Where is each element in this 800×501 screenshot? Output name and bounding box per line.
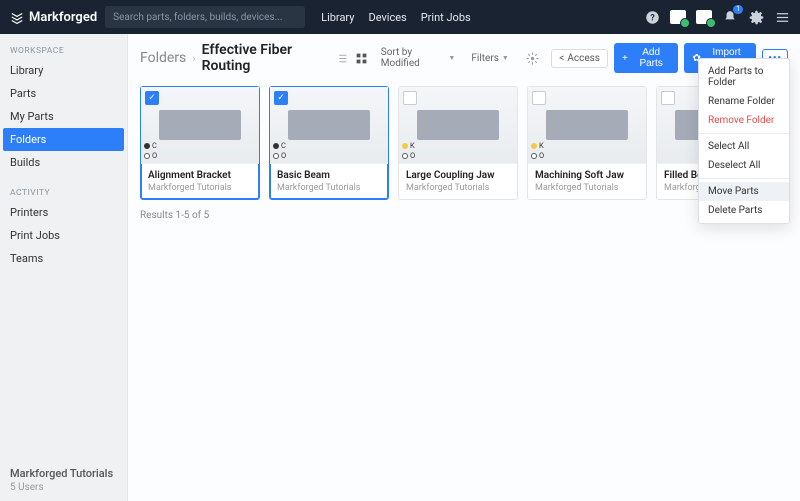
part-name: Alignment Bracket [148, 170, 252, 181]
part-owner: Markforged Tutorials [406, 183, 510, 193]
part-owner: Markforged Tutorials [535, 183, 639, 193]
brand-name: Markforged [29, 10, 97, 25]
sidebar-workspace-header: WORKSPACE [0, 40, 127, 59]
part-card[interactable]: KO Large Coupling Jaw Markforged Tutorials [398, 86, 518, 200]
gear-icon[interactable] [525, 50, 539, 66]
material-badges: KO [531, 141, 544, 160]
logo-icon [10, 10, 24, 24]
part-thumbnail: ✓ CO [141, 87, 259, 163]
breadcrumb-root[interactable]: Folders [140, 50, 186, 66]
grid-view-icon[interactable] [354, 50, 368, 66]
sidebar-footer[interactable]: Markforged Tutorials 5 Users [0, 459, 127, 501]
org-name: Markforged Tutorials [10, 467, 117, 480]
search-input[interactable]: Search parts, folders, builds, devices..… [105, 6, 305, 28]
sidebar-item-teams[interactable]: Teams [0, 247, 127, 270]
menu-deselect-all[interactable]: Deselect All [699, 156, 789, 175]
access-button[interactable]: <Access [551, 49, 608, 68]
checkbox-icon[interactable] [532, 91, 546, 105]
nav-printjobs[interactable]: Print Jobs [421, 11, 471, 24]
checkbox-icon[interactable]: ✓ [145, 91, 159, 105]
list-view-icon[interactable] [334, 50, 348, 66]
notifications-icon[interactable]: 1 [722, 9, 738, 25]
sidebar-item-parts[interactable]: Parts [0, 82, 127, 105]
top-nav: Markforged Search parts, folders, builds… [0, 0, 800, 34]
part-thumbnail: ✓ CO [270, 87, 388, 163]
sidebar-item-builds[interactable]: Builds [0, 151, 127, 174]
search-placeholder: Search parts, folders, builds, devices..… [113, 12, 282, 23]
menu-icon[interactable] [774, 9, 790, 25]
add-parts-button[interactable]: +Add Parts [614, 43, 678, 73]
brand-logo[interactable]: Markforged [10, 10, 97, 25]
menu-delete-parts[interactable]: Delete Parts [699, 201, 789, 220]
sidebar-item-myparts[interactable]: My Parts [0, 105, 127, 128]
part-name: Basic Beam [277, 170, 381, 181]
sort-dropdown[interactable]: Sort by Modified▼ [381, 47, 456, 69]
topnav-right: ? 1 [644, 9, 790, 25]
part-card[interactable]: ✓ CO Alignment Bracket Markforged Tutorials [140, 86, 260, 200]
sidebar-item-printers[interactable]: Printers [0, 201, 127, 224]
part-owner: Markforged Tutorials [277, 183, 381, 193]
checkbox-icon[interactable] [403, 91, 417, 105]
header-row: Folders › Effective Fiber Routing Sort b… [140, 42, 788, 74]
svg-text:?: ? [650, 13, 655, 23]
chevron-down-icon: ▼ [448, 54, 455, 62]
chevron-down-icon: ▼ [502, 54, 509, 62]
material-badges: CO [144, 141, 157, 160]
sidebar-item-printjobs[interactable]: Print Jobs [0, 224, 127, 247]
part-thumbnail: KO [399, 87, 517, 163]
filters-dropdown[interactable]: Filters▼ [471, 53, 508, 64]
context-menu: Add Parts to Folder Rename Folder Remove… [698, 58, 790, 224]
checkbox-icon[interactable] [661, 91, 675, 105]
plus-icon: + [622, 53, 628, 64]
part-name: Large Coupling Jaw [406, 170, 510, 181]
results-count: Results 1-5 of 5 [140, 210, 788, 221]
printer-status-2-icon[interactable] [696, 9, 712, 25]
settings-icon[interactable] [748, 9, 764, 25]
breadcrumb-current: Effective Fiber Routing [202, 42, 334, 74]
breadcrumb: Folders › Effective Fiber Routing [140, 42, 334, 74]
part-card[interactable]: ✓ CO Basic Beam Markforged Tutorials [269, 86, 389, 200]
printer-status-1-icon[interactable] [670, 9, 686, 25]
menu-remove-folder[interactable]: Remove Folder [699, 111, 789, 130]
menu-add-parts[interactable]: Add Parts to Folder [699, 62, 789, 92]
share-icon: < [559, 53, 564, 64]
help-icon[interactable]: ? [644, 9, 660, 25]
menu-select-all[interactable]: Select All [699, 137, 789, 156]
sidebar-activity-header: ACTIVITY [0, 182, 127, 201]
part-card[interactable]: KO Machining Soft Jaw Markforged Tutorials [527, 86, 647, 200]
menu-move-parts[interactable]: Move Parts [699, 182, 789, 201]
sidebar-item-folders[interactable]: Folders [3, 128, 124, 151]
nav-devices[interactable]: Devices [368, 11, 406, 24]
topnav-links: Library Devices Print Jobs [321, 11, 471, 24]
parts-grid: ✓ CO Alignment Bracket Markforged Tutorials… [140, 86, 788, 200]
nav-library[interactable]: Library [321, 11, 354, 24]
menu-rename-folder[interactable]: Rename Folder [699, 92, 789, 111]
breadcrumb-sep: › [192, 52, 195, 65]
part-name: Machining Soft Jaw [535, 170, 639, 181]
sidebar: WORKSPACE Library Parts My Parts Folders… [0, 34, 128, 501]
user-count: 5 Users [10, 482, 117, 493]
part-thumbnail: KO [528, 87, 646, 163]
checkbox-icon[interactable]: ✓ [274, 91, 288, 105]
notification-badge: 1 [733, 5, 743, 14]
part-owner: Markforged Tutorials [148, 183, 252, 193]
material-badges: CO [273, 141, 286, 160]
sidebar-item-library[interactable]: Library [0, 59, 127, 82]
material-badges: KO [402, 141, 415, 160]
